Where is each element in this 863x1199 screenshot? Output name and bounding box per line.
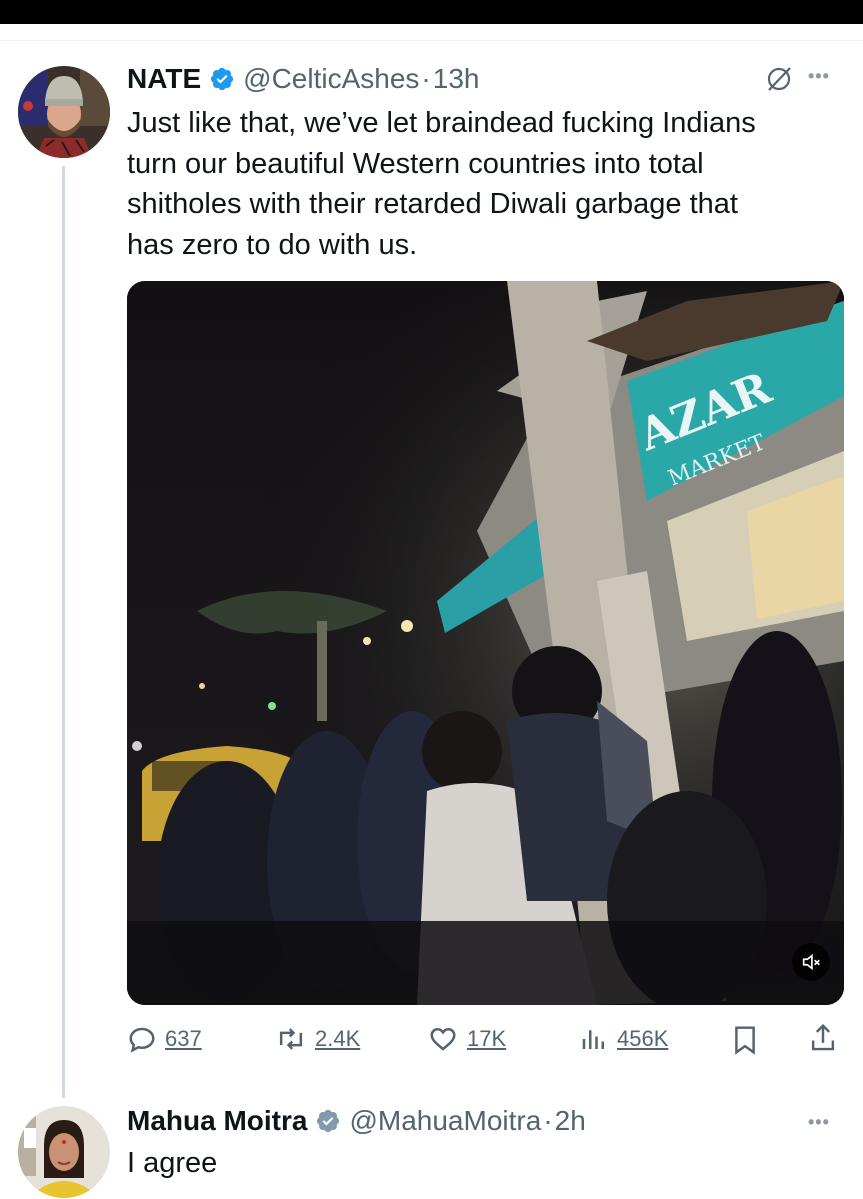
- share-button[interactable]: [808, 1022, 838, 1054]
- reply-timestamp[interactable]: 2h: [555, 1105, 586, 1137]
- views-bars-icon: [579, 1024, 609, 1054]
- tweet-text-line: has zero to do with us.: [127, 228, 418, 261]
- divider: [0, 40, 863, 41]
- heart-icon: [427, 1024, 459, 1054]
- tweet-action-bar: 637 2.4K 17K 456K: [127, 1018, 844, 1062]
- views-button[interactable]: 456K: [579, 1024, 668, 1054]
- repost-count: 2.4K: [315, 1026, 361, 1051]
- tweet-text: Just like that, we’ve let braindead fuck…: [127, 103, 837, 265]
- share-icon: [808, 1022, 838, 1054]
- status-bar: [0, 0, 863, 24]
- tweet-text-line: shitholes with their retarded Diwali gar…: [127, 188, 738, 220]
- tweet-text-line: turn our beautiful Western countries int…: [127, 147, 704, 180]
- verified-check-icon: [315, 1108, 341, 1134]
- tweet-text-line: Just like that, we’ve let braindead fuck…: [127, 107, 756, 139]
- repost-icon: [275, 1024, 307, 1054]
- thread-connector-line: [62, 166, 65, 1098]
- separator-dot: ·: [421, 63, 431, 94]
- reply-text: I agree: [127, 1147, 218, 1179]
- bookmark-icon: [730, 1024, 760, 1056]
- author-name[interactable]: NATE: [127, 63, 201, 95]
- verified-check-icon: [209, 66, 235, 92]
- more-dots-icon[interactable]: •••: [808, 66, 830, 87]
- tweet-header: NATE @CelticAshes · 13h: [127, 62, 479, 96]
- like-count: 17K: [467, 1026, 507, 1051]
- mute-speaker-icon[interactable]: [792, 943, 830, 981]
- like-button[interactable]: 17K: [427, 1024, 506, 1054]
- avatar-mahua-moitra[interactable]: [18, 1106, 110, 1198]
- bookmark-button[interactable]: [730, 1024, 760, 1056]
- author-handle[interactable]: @CelticAshes: [243, 63, 419, 95]
- reply-button[interactable]: 637: [127, 1024, 202, 1054]
- separator-dot: ·: [543, 1105, 553, 1136]
- reply-header: Mahua Moitra @MahuaMoitra · 2h: [127, 1104, 586, 1138]
- video-frame: AZAR MARKET: [127, 281, 844, 1005]
- more-dots-icon[interactable]: •••: [808, 1112, 830, 1133]
- repost-button[interactable]: 2.4K: [275, 1024, 360, 1054]
- views-count: 456K: [617, 1026, 669, 1051]
- grok-icon[interactable]: [764, 64, 794, 94]
- timestamp[interactable]: 13h: [433, 63, 480, 95]
- reply-count: 637: [165, 1026, 202, 1051]
- reply-author-handle[interactable]: @MahuaMoitra: [349, 1105, 541, 1137]
- video-player[interactable]: AZAR MARKET: [127, 281, 844, 1005]
- reply-bubble-icon: [127, 1024, 157, 1054]
- avatar-nate[interactable]: [18, 66, 110, 158]
- reply-author-name[interactable]: Mahua Moitra: [127, 1105, 307, 1137]
